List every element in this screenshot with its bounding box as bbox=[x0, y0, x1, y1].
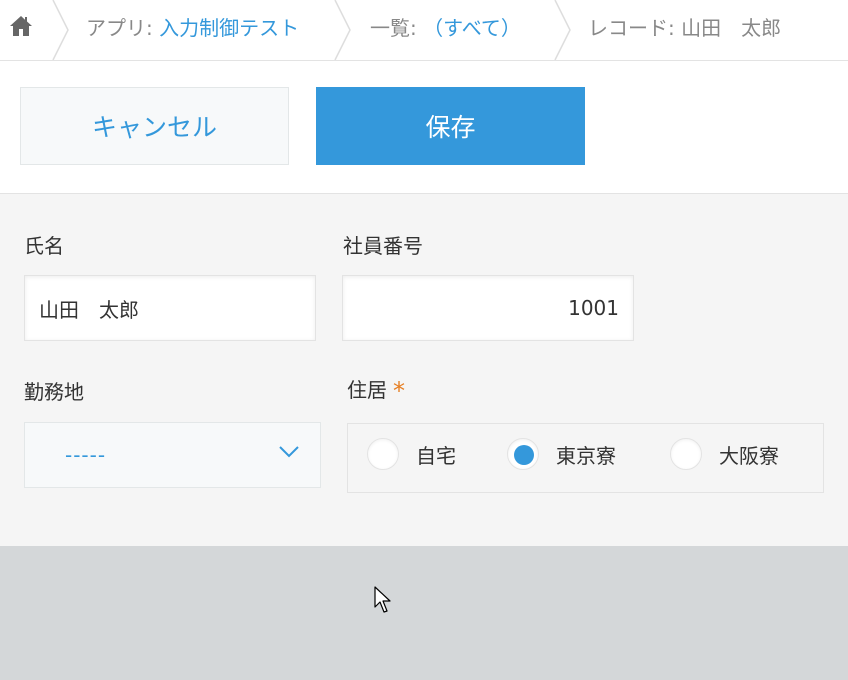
name-field[interactable]: 山田 太郎 bbox=[24, 275, 316, 341]
radio-jitaku[interactable] bbox=[367, 438, 399, 470]
breadcrumb-record: レコード: 山田 太郎 bbox=[588, 16, 782, 40]
breadcrumb: アプリ: 入力制御テスト 一覧: （すべて） レコード: 山田 太郎 bbox=[0, 0, 848, 61]
workplace-dropdown[interactable]: ----- bbox=[24, 422, 321, 488]
radio-selected-dot bbox=[514, 445, 534, 465]
radio-tokyo-dorm[interactable] bbox=[507, 438, 539, 470]
breadcrumb-app-prefix: アプリ: bbox=[86, 16, 160, 40]
residence-label-text: 住居 bbox=[347, 378, 387, 402]
save-button[interactable]: 保存 bbox=[316, 87, 585, 165]
name-value: 山田 太郎 bbox=[39, 297, 139, 322]
workplace-selected-value: ----- bbox=[65, 443, 107, 467]
cancel-button[interactable]: キャンセル bbox=[20, 87, 289, 165]
breadcrumb-list[interactable]: 一覧: （すべて） bbox=[370, 12, 521, 41]
radio-osaka-dorm-label[interactable]: 大阪寮 bbox=[719, 440, 779, 469]
mouse-cursor-icon bbox=[374, 586, 391, 613]
breadcrumb-separator bbox=[52, 0, 69, 60]
breadcrumb-app-link[interactable]: 入力制御テスト bbox=[159, 16, 299, 40]
radio-osaka-dorm[interactable] bbox=[670, 438, 702, 470]
breadcrumb-app[interactable]: アプリ: 入力制御テスト bbox=[86, 12, 299, 41]
required-asterisk: * bbox=[393, 377, 405, 405]
employee-no-label: 社員番号 bbox=[343, 234, 423, 258]
record-form: 氏名 山田 太郎 社員番号 1001 勤務地 ----- 住居 * 自宅 東京寮 … bbox=[0, 194, 848, 546]
home-icon[interactable] bbox=[9, 14, 33, 38]
breadcrumb-separator bbox=[334, 0, 351, 60]
employee-no-field[interactable]: 1001 bbox=[342, 275, 634, 341]
breadcrumb-separator bbox=[554, 0, 571, 60]
chevron-down-icon bbox=[279, 446, 299, 458]
breadcrumb-list-prefix: 一覧: bbox=[370, 16, 424, 40]
residence-radio-group: 自宅 東京寮 大阪寮 bbox=[347, 423, 824, 493]
residence-label: 住居 * bbox=[347, 374, 405, 405]
employee-no-value: 1001 bbox=[568, 296, 619, 320]
toolbar: キャンセル 保存 bbox=[0, 61, 848, 194]
workplace-label: 勤務地 bbox=[24, 380, 84, 404]
radio-jitaku-label[interactable]: 自宅 bbox=[416, 440, 456, 469]
radio-tokyo-dorm-label[interactable]: 東京寮 bbox=[556, 440, 616, 469]
name-label: 氏名 bbox=[24, 234, 64, 258]
breadcrumb-list-link[interactable]: （すべて） bbox=[423, 16, 521, 40]
